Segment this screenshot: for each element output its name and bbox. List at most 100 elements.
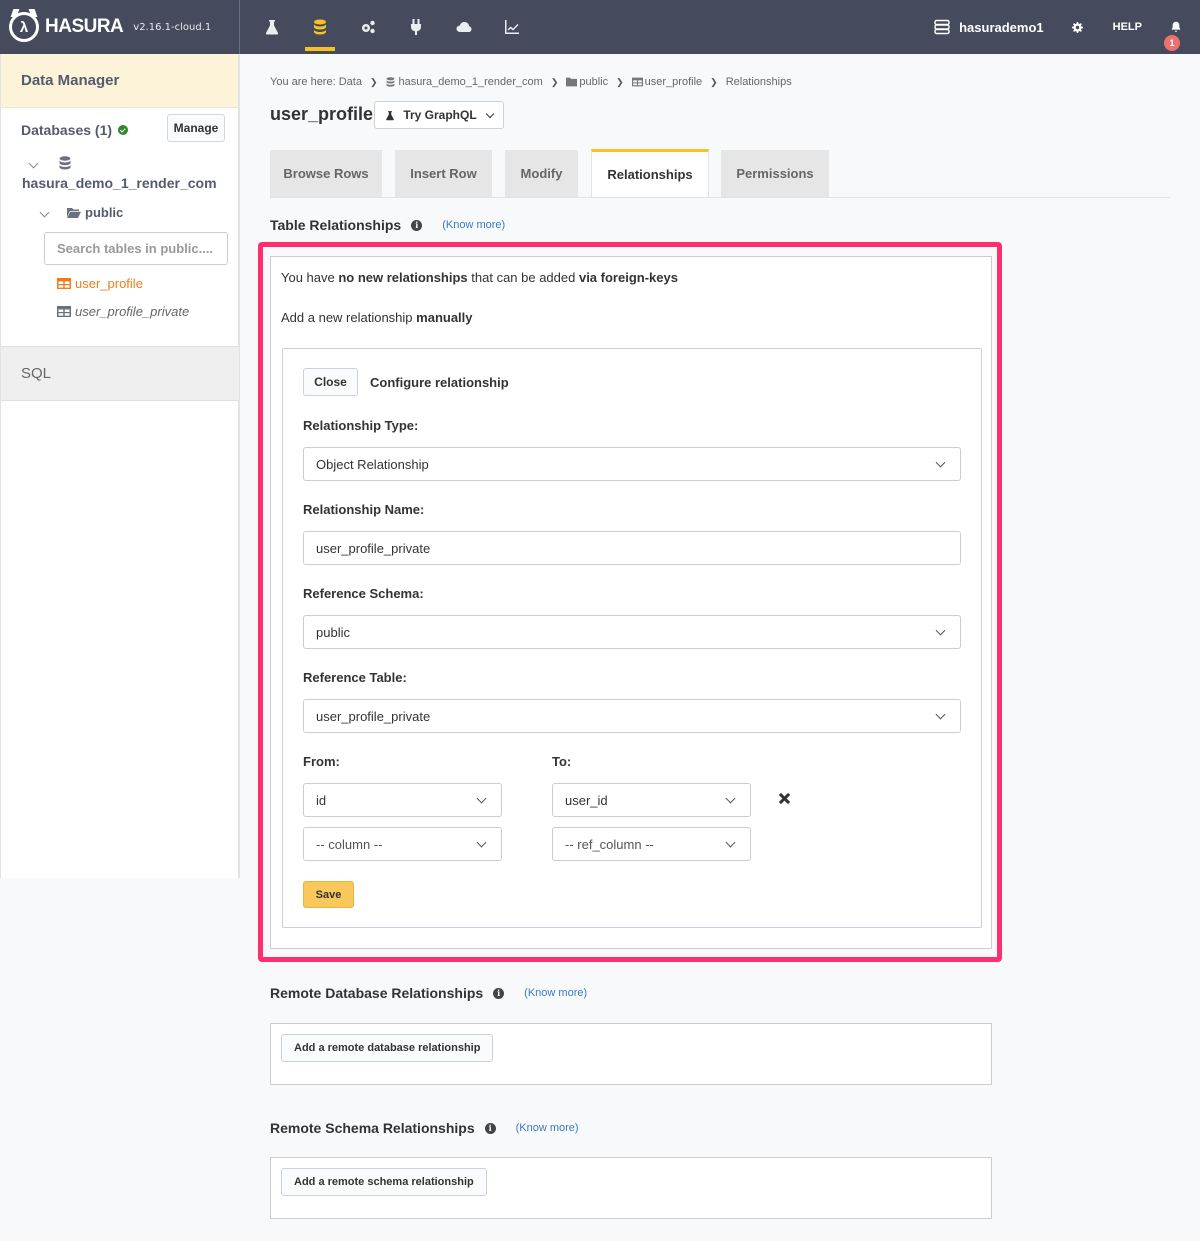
project-selector[interactable]: hasurademo1 (934, 19, 1044, 35)
configure-title: Configure relationship (370, 375, 509, 390)
breadcrumb: You are here: Data ❯ hasura_demo_1_rende… (270, 76, 792, 88)
add-remote-database-relationship-button[interactable]: Add a remote database relationship (281, 1034, 494, 1062)
chevron-right-icon: ❯ (616, 76, 624, 87)
nav-events[interactable] (440, 0, 488, 54)
breadcrumb-current: Relationships (725, 76, 792, 88)
try-graphql-button[interactable]: Try GraphQL (374, 101, 504, 129)
know-more-link[interactable]: (Know more) (524, 987, 587, 999)
chart-line-icon (505, 20, 519, 34)
chevron-down-icon[interactable] (39, 207, 50, 218)
chevron-down-icon (725, 837, 736, 848)
chevron-down-icon (476, 837, 487, 848)
tab-permissions[interactable]: Permissions (721, 150, 829, 197)
schema-tree-item[interactable]: public (67, 205, 123, 220)
schema-name: public (85, 205, 124, 220)
chevron-down-icon (476, 793, 487, 804)
close-button[interactable]: Close (303, 368, 358, 396)
cloud-icon (456, 22, 472, 32)
info-icon[interactable]: i (484, 1122, 496, 1134)
remote-database-relationships-heading: Remote Database Relationships i (Know mo… (270, 985, 587, 1001)
tab-insert-row[interactable]: Insert Row (395, 150, 492, 197)
manage-button[interactable]: Manage (167, 114, 225, 142)
table-relationships-heading: Table Relationships i (Know more) (270, 217, 505, 233)
table-icon (57, 306, 71, 317)
tab-modify[interactable]: Modify (505, 150, 578, 197)
to-column-select[interactable]: user_id (552, 783, 751, 817)
chevron-right-icon: ❯ (550, 76, 559, 87)
chevron-down-icon[interactable] (28, 158, 39, 169)
sidebar-sql-link[interactable]: SQL (1, 346, 239, 401)
brand[interactable]: λ HASURA v2.16.1-cloud.1 (0, 0, 240, 54)
flask-icon (386, 110, 395, 120)
brand-name: HASURA (45, 16, 124, 37)
nav-remote-schemas[interactable] (392, 0, 440, 54)
relationship-type-label: Relationship Type: (303, 418, 419, 433)
info-icon[interactable]: i (411, 219, 423, 231)
gear-icon (1071, 21, 1083, 33)
manual-message: Add a new relationship manually (281, 310, 473, 325)
table-item-user-profile-private[interactable]: user_profile_private (57, 304, 189, 319)
notification-badge: 1 (1164, 35, 1180, 51)
reference-schema-label: Reference Schema: (303, 586, 424, 601)
text: You have (281, 270, 339, 285)
database-tree-item[interactable]: hasura_demo_1_render_com (22, 175, 217, 191)
gears-icon (362, 20, 375, 34)
know-more-link[interactable]: (Know more) (516, 1122, 579, 1134)
nav-api-explorer[interactable] (248, 0, 296, 54)
reference-schema-select[interactable]: public (303, 615, 961, 649)
to-label: To: (552, 754, 572, 769)
nav-monitoring[interactable] (488, 0, 536, 54)
configure-relationship-form: Close Configure relationship Relationshi… (282, 348, 982, 928)
search-tables-input[interactable] (44, 232, 228, 265)
folder-open-icon (67, 208, 81, 218)
chevron-down-icon (935, 625, 946, 636)
sidebar-header: Data Manager (1, 54, 238, 108)
text-bold: manually (416, 310, 473, 325)
table-icon (57, 278, 71, 289)
databases-label: Databases (1) (21, 122, 113, 138)
to-column-select[interactable]: -- ref_column -- (552, 827, 751, 861)
remote-database-relationships-panel: Add a remote database relationship (270, 1023, 992, 1085)
info-icon[interactable]: i (493, 987, 505, 999)
reference-table-select[interactable]: user_profile_private (303, 699, 961, 733)
breadcrumb-data[interactable]: You are here: Data (270, 76, 362, 88)
notifications-button[interactable]: 1 (1162, 12, 1186, 51)
server-icon (934, 19, 950, 35)
add-remote-schema-relationship-button[interactable]: Add a remote schema relationship (281, 1168, 487, 1196)
help-menu[interactable]: HELP (1113, 21, 1142, 33)
relationship-name-input[interactable] (303, 531, 961, 565)
tab-browse-rows[interactable]: Browse Rows (270, 150, 382, 197)
know-more-link[interactable]: (Know more) (442, 219, 505, 231)
remote-schema-relationships-heading: Remote Schema Relationships i (Know more… (270, 1120, 579, 1136)
select-value: user_profile_private (316, 708, 431, 724)
plug-icon (411, 19, 421, 35)
nav-data[interactable] (296, 0, 344, 54)
nav-right: hasurademo1 HELP 1 (934, 0, 1200, 54)
reference-table-label: Reference Table: (303, 670, 407, 685)
breadcrumb-schema[interactable]: public (579, 76, 608, 88)
section-title: Remote Database Relationships (270, 985, 484, 1001)
breadcrumb-database[interactable]: hasura_demo_1_render_com (398, 76, 542, 88)
text-bold: via foreign-keys (578, 270, 678, 285)
from-column-select[interactable]: -- column -- (303, 827, 502, 861)
relationship-type-select[interactable]: Object Relationship (303, 447, 961, 481)
chevron-down-icon (935, 457, 946, 468)
main-nav (248, 0, 536, 54)
text: Add a new relationship (281, 310, 417, 325)
table-name: user_profile (75, 276, 143, 291)
text-bold: no new relationships (338, 270, 468, 285)
settings-button[interactable] (1071, 21, 1083, 33)
section-title: Remote Schema Relationships (270, 1120, 475, 1136)
from-label: From: (303, 754, 340, 769)
top-navbar: λ HASURA v2.16.1-cloud.1 hasurademo1 HEL… (0, 0, 1200, 54)
remove-mapping-icon[interactable] (778, 792, 792, 806)
nav-actions[interactable] (344, 0, 392, 54)
tab-relationships[interactable]: Relationships (591, 149, 709, 197)
breadcrumb-table[interactable]: user_profile (645, 76, 702, 88)
chevron-down-icon (935, 709, 946, 720)
from-column-select[interactable]: id (303, 783, 502, 817)
project-name: hasurademo1 (959, 19, 1044, 35)
table-item-user-profile[interactable]: user_profile (57, 276, 143, 291)
save-button[interactable]: Save (303, 881, 354, 908)
select-value: public (316, 624, 350, 640)
